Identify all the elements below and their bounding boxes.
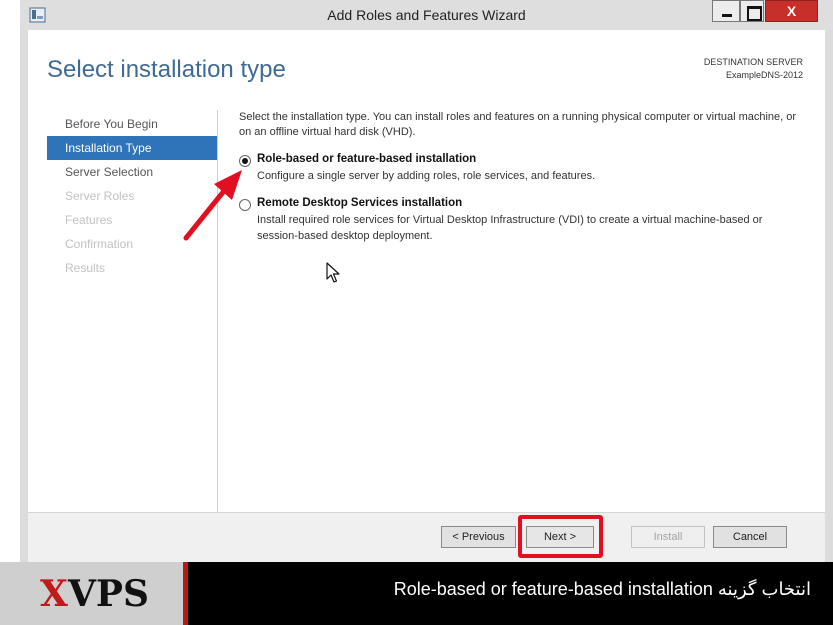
destination-server-label: DESTINATION SERVER (703, 57, 803, 67)
option-role-based[interactable]: Role-based or feature-based installation… (239, 153, 799, 184)
wizard-footer: < Previous Next > Install Cancel (28, 512, 825, 562)
wizard-client-area: Select installation type DESTINATION SER… (28, 30, 825, 562)
title-bar[interactable]: Add Roles and Features Wizard X (20, 0, 833, 30)
annotation-arrow-icon (183, 170, 242, 241)
nav-item-before-you-begin[interactable]: Before You Begin (47, 112, 217, 136)
screenshot-stage: Add Roles and Features Wizard X Select i… (0, 0, 833, 625)
remote-desktop-description: Install required role services for Virtu… (257, 214, 763, 242)
caption-accent-bar (183, 562, 188, 625)
role-based-description: Configure a single server by adding role… (257, 170, 596, 182)
close-icon: X (786, 3, 797, 19)
maximize-button[interactable] (740, 0, 764, 22)
xvps-logo: XVPS (40, 574, 149, 614)
wizard-window: Add Roles and Features Wizard X Select i… (20, 0, 833, 562)
logo-x: X (40, 573, 68, 615)
minimize-button[interactable] (712, 0, 740, 22)
install-button: Install (631, 526, 705, 548)
installation-type-panel: Select the installation type. You can in… (239, 110, 799, 244)
mouse-pointer-icon (326, 262, 340, 283)
close-button[interactable]: X (765, 0, 818, 22)
role-based-title[interactable]: Role-based or feature-based installation (257, 153, 799, 165)
option-remote-desktop[interactable]: Remote Desktop Services installation Ins… (239, 197, 799, 244)
nav-item-installation-type[interactable]: Installation Type (47, 136, 217, 160)
next-button-highlight (518, 515, 603, 558)
destination-server-name: ExampleDNS-2012 (725, 70, 803, 80)
intro-text: Select the installation type. You can in… (239, 111, 797, 138)
nav-item-results: Results (65, 261, 106, 275)
remote-desktop-title[interactable]: Remote Desktop Services installation (257, 197, 799, 209)
page-title: Select installation type (47, 56, 286, 83)
logo-vps: VPS (67, 573, 149, 615)
caption-text: انتخاب گزینه Role-based or feature-based… (393, 579, 811, 599)
cancel-button[interactable]: Cancel (713, 526, 787, 548)
caption-band: XVPS انتخاب گزینه Role-based or feature-… (0, 562, 833, 625)
logo-panel: XVPS (0, 562, 187, 625)
previous-button[interactable]: < Previous (441, 526, 516, 548)
